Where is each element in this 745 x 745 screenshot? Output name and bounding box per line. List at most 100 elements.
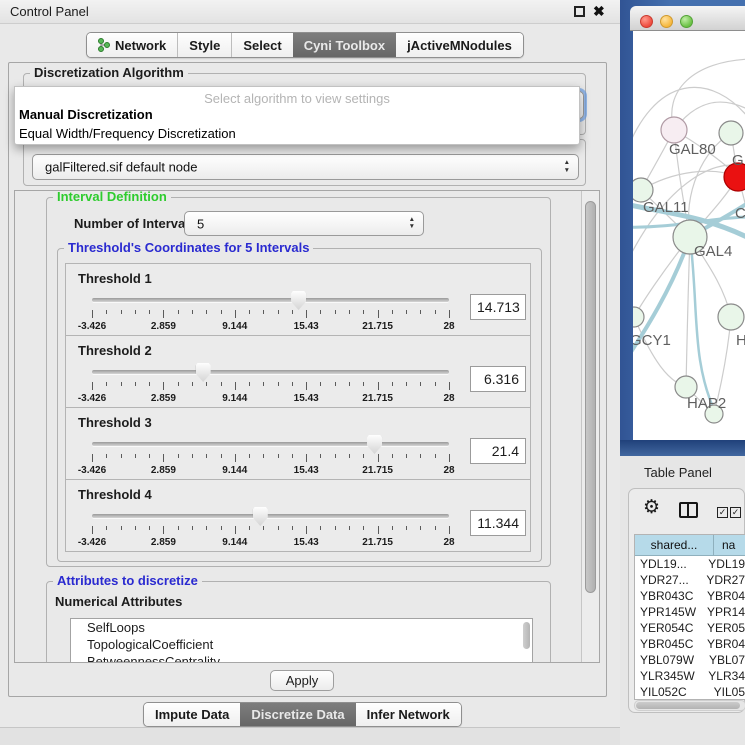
cell-name[interactable]: YER05 [700, 620, 745, 636]
close-icon[interactable]: ✖ [593, 3, 605, 20]
table-row[interactable]: YPR145WYPR14 [635, 604, 745, 620]
minimize-traffic-light-icon[interactable] [660, 15, 673, 28]
slider-track[interactable] [92, 298, 449, 302]
column-header-shared-name[interactable]: shared... [635, 535, 714, 555]
checkbox-icon[interactable]: ✓ [717, 507, 728, 518]
threshold-value-field[interactable]: 6.316 [470, 366, 526, 392]
bottom-tab-bar: Impute DataDiscretize DataInfer Network [143, 702, 462, 727]
list-scrollbar-thumb[interactable] [523, 622, 530, 649]
close-traffic-light-icon[interactable] [640, 15, 653, 28]
network-window-titlebar[interactable] [630, 6, 745, 31]
table-row[interactable]: YLR345WYLR34 [635, 668, 745, 684]
table-header-row: shared... na [635, 535, 745, 556]
cell-shared-name[interactable]: YLR345W [635, 668, 701, 684]
slider-handle[interactable] [291, 291, 306, 310]
cell-name[interactable]: YPR14 [700, 604, 745, 620]
table-row[interactable]: YDR27...YDR27 [635, 572, 745, 588]
tab-label: Style [189, 33, 220, 58]
threshold-slider[interactable]: -3.4262.8599.14415.4321.71528 [92, 506, 449, 550]
gear-icon[interactable]: ⚙ [643, 496, 660, 518]
slider-track[interactable] [92, 442, 449, 446]
cell-name[interactable]: YDL19 [701, 556, 745, 572]
float-window-icon[interactable] [574, 6, 585, 17]
threshold-slider[interactable]: -3.4262.8599.14415.4321.71528 [92, 362, 449, 406]
threshold-value-field[interactable]: 11.344 [470, 510, 526, 536]
column-header-name[interactable]: na [714, 535, 745, 555]
slider-handle[interactable] [196, 363, 211, 382]
network-node[interactable] [661, 117, 687, 143]
threshold-value-field[interactable]: 21.4 [470, 438, 526, 464]
tab-style[interactable]: Style [177, 33, 231, 57]
cell-shared-name[interactable]: YIL052C [635, 684, 707, 700]
tab-select[interactable]: Select [231, 33, 292, 57]
cell-shared-name[interactable]: YBR043C [635, 588, 700, 604]
thresholds-container: Threshold 1 -3.4262.8599.14415.4321.71528… [65, 263, 531, 552]
tab-impute-data[interactable]: Impute Data [144, 703, 240, 726]
table-hscrollbar-thumb[interactable] [636, 702, 740, 709]
discretization-algorithm-label: Discretization Algorithm [30, 66, 188, 80]
cell-name[interactable]: YIL05 [707, 684, 745, 700]
cell-shared-name[interactable]: YPR145W [635, 604, 700, 620]
cell-shared-name[interactable]: YDL19... [635, 556, 701, 572]
network-node[interactable] [719, 121, 743, 145]
table-row[interactable]: YDL19...YDL19 [635, 556, 745, 572]
apply-button[interactable]: Apply [270, 670, 334, 691]
attribute-item[interactable]: BetweennessCentrality [71, 653, 532, 663]
tab-jactivemnodules[interactable]: jActiveMNodules [396, 33, 523, 57]
slider-handle[interactable] [367, 435, 382, 454]
slider-ticks [92, 382, 449, 391]
cell-shared-name[interactable]: YDR27... [635, 572, 699, 588]
node-table: shared... na YDL19...YDL19YDR27...YDR27Y… [634, 534, 745, 700]
network-node[interactable] [633, 307, 644, 327]
table-row[interactable]: YBR043CYBR04 [635, 588, 745, 604]
table-row[interactable]: YBL079WYBL07 [635, 652, 745, 668]
table-hscrollbar-track[interactable] [634, 700, 745, 711]
cell-name[interactable]: YBR04 [700, 636, 745, 652]
tab-network[interactable]: Network [87, 33, 177, 57]
slider-ticks [92, 310, 449, 319]
cell-shared-name[interactable]: YBR045C [635, 636, 700, 652]
cell-name[interactable]: YBR04 [700, 588, 745, 604]
tab-label: Cyni Toolbox [304, 33, 385, 58]
checkbox-icon[interactable]: ✓ [730, 507, 741, 518]
tab-infer-network[interactable]: Infer Network [356, 703, 461, 726]
zoom-traffic-light-icon[interactable] [680, 15, 693, 28]
cell-shared-name[interactable]: YBL079W [635, 652, 702, 668]
scrollbar-track[interactable] [581, 191, 600, 662]
threshold-block-2: Threshold 2-3.4262.8599.14415.4321.71528… [65, 335, 531, 408]
threshold-slider[interactable]: -3.4262.8599.14415.4321.71528 [92, 434, 449, 478]
tab-cyni-toolbox[interactable]: Cyni Toolbox [293, 33, 396, 57]
threshold-label: Threshold 1 [78, 271, 152, 286]
number-of-intervals-combobox[interactable]: 5 ▲▼ [184, 211, 424, 236]
table-row[interactable]: YER054CYER05 [635, 620, 745, 636]
slider-handle[interactable] [253, 507, 268, 526]
cell-name[interactable]: YBL07 [702, 652, 745, 668]
slider-track[interactable] [92, 514, 449, 518]
algorithm-option-equal-width[interactable]: Equal Width/Frequency Discretization [15, 124, 579, 143]
cell-shared-name[interactable]: YER054C [635, 620, 700, 636]
cell-name[interactable]: YDR27 [699, 572, 745, 588]
combo-arrows-icon: ▲▼ [409, 217, 415, 231]
threshold-block-3: Threshold 3-3.4262.8599.14415.4321.71528… [65, 407, 531, 480]
screen: Control Panel ✖ NetworkStyleSelectCyni T… [0, 0, 745, 745]
attribute-item[interactable]: SelfLoops [71, 619, 532, 636]
table-row[interactable]: YIL052CYIL05 [635, 684, 745, 700]
threshold-value-field[interactable]: 14.713 [470, 294, 526, 320]
settings-scroll-panel: Interval Definition Number of Intervals … [14, 190, 600, 663]
top-tab-bar: Network Style Select Cyni Toolbox jActiveMNo… [86, 32, 524, 58]
network-node[interactable] [718, 304, 744, 330]
scrollbar-thumb[interactable] [585, 201, 596, 593]
network-canvas[interactable]: GAL80GGAL11CGAL4GCY1HHAP2 [633, 31, 745, 440]
algorithm-option-manual[interactable]: Manual Discretization [15, 105, 579, 124]
table-panel-title: Table Panel [644, 465, 712, 480]
slider-track[interactable] [92, 370, 449, 374]
cell-name[interactable]: YLR34 [701, 668, 745, 684]
column-split-icon[interactable] [679, 502, 698, 518]
tab-discretize-data[interactable]: Discretize Data [240, 703, 355, 726]
table-data-combobox[interactable]: galFiltered.sif default node ▲▼ [32, 154, 579, 180]
numerical-attributes-list[interactable]: SelfLoopsTopologicalCoefficientBetweenne… [70, 618, 533, 663]
attribute-item[interactable]: TopologicalCoefficient [71, 636, 532, 653]
threshold-slider[interactable]: -3.4262.8599.14415.4321.71528 [92, 290, 449, 334]
table-row[interactable]: YBR045CYBR04 [635, 636, 745, 652]
bottom-strip [0, 727, 620, 745]
